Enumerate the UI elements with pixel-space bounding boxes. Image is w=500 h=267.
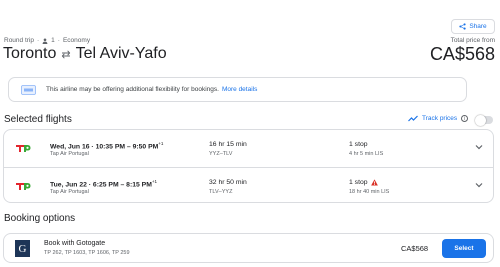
flight-route: TLV–YYZ	[209, 189, 233, 195]
gotogate-logo: G	[15, 240, 30, 257]
person-icon	[42, 37, 48, 44]
flight-stops: 1 stop	[349, 179, 378, 186]
flight-row[interactable]: Wed, Jun 16 · 10:35 PM – 9:50 PM+1 Tap A…	[4, 130, 493, 167]
flight-duration: 16 hr 15 min	[209, 141, 247, 148]
select-button[interactable]: Select	[442, 239, 486, 258]
booking-option: G Book with Gotogate TP 262, TP 1603, TP…	[3, 233, 494, 263]
notice-text: This airline may be offering additional …	[46, 86, 219, 93]
tap-air-portugal-logo	[16, 183, 31, 190]
track-prices[interactable]: Track prices i	[408, 115, 469, 122]
flight-time: Wed, Jun 16 · 10:35 PM – 9:50 PM+1	[50, 141, 164, 151]
trip-meta: Round trip · 1 · Economy	[4, 37, 91, 44]
ticket-icon	[21, 84, 36, 95]
origin-city: Toronto	[3, 45, 57, 62]
booking-provider: Book with Gotogate	[44, 240, 106, 247]
tap-air-portugal-logo	[16, 145, 31, 152]
more-details-link[interactable]: More details	[222, 86, 257, 93]
total-price-label: Total price from	[450, 37, 495, 44]
total-price: CA$568	[429, 44, 495, 64]
flight-airline: Tap Air Portugal	[50, 151, 89, 157]
track-prices-toggle[interactable]	[475, 114, 493, 126]
selected-flights-title: Selected flights	[4, 114, 72, 125]
round-trip-arrows-icon: ⇄	[61, 48, 71, 61]
selected-flights-list: Wed, Jun 16 · 10:35 PM – 9:50 PM+1 Tap A…	[3, 129, 494, 203]
flight-layover: 18 hr 40 min LIS	[349, 189, 390, 195]
trend-icon	[408, 115, 418, 122]
flexibility-notice: This airline may be offering additional …	[8, 77, 467, 102]
chevron-down-icon[interactable]	[475, 144, 483, 150]
booking-price: CA$568	[401, 244, 429, 253]
route-title: Toronto ⇄ Tel Aviv-Yafo	[3, 45, 167, 63]
toggle-knob	[475, 114, 486, 126]
destination-city: Tel Aviv-Yafo	[75, 45, 167, 62]
track-prices-label: Track prices	[422, 115, 458, 122]
warning-icon	[370, 179, 378, 186]
booking-flight-numbers: TP 262, TP 1603, TP 1606, TP 259	[44, 250, 130, 256]
trip-type: Round trip	[4, 37, 34, 44]
flight-stops: 1 stop	[349, 141, 368, 148]
day-offset: +1	[158, 141, 164, 146]
day-offset: +1	[151, 179, 158, 184]
flight-route: YYZ–TLV	[209, 151, 233, 157]
flight-airline: Tap Air Portugal	[50, 189, 89, 195]
share-label: Share	[469, 23, 487, 30]
flight-duration: 32 hr 50 min	[209, 179, 247, 186]
booking-options-title: Booking options	[4, 213, 76, 224]
share-button[interactable]: Share	[451, 19, 495, 34]
info-icon[interactable]: i	[461, 115, 469, 122]
share-icon	[459, 23, 466, 30]
chevron-down-icon[interactable]	[475, 182, 483, 188]
flight-time: Tue, Jun 22 · 6:25 PM – 8:15 PM+1	[50, 179, 158, 189]
flight-layover: 4 hr 5 min LIS	[349, 151, 384, 157]
flight-row[interactable]: Tue, Jun 22 · 6:25 PM – 8:15 PM+1 Tap Ai…	[4, 167, 493, 204]
passenger-count: 1	[51, 37, 55, 44]
cabin-class: Economy	[62, 37, 91, 44]
